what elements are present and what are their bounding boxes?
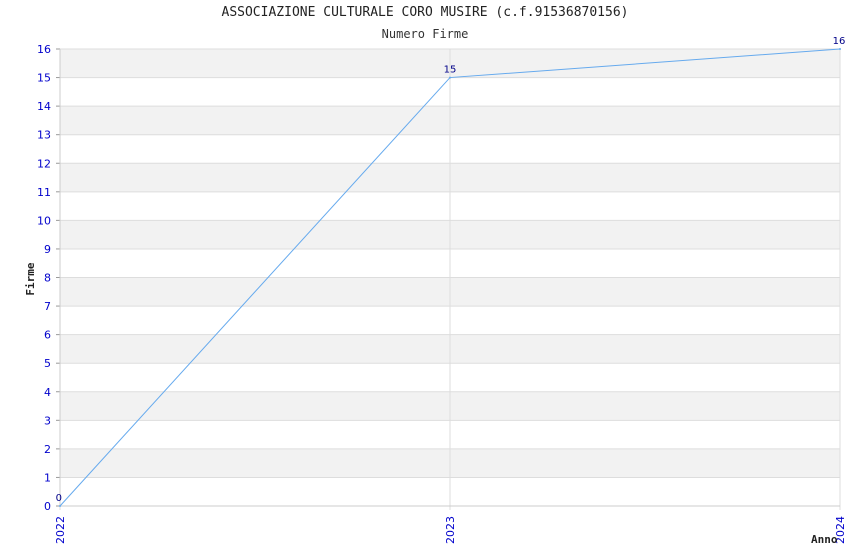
x-tick-label: 2023: [444, 516, 457, 544]
y-tick-label: 12: [37, 157, 51, 170]
y-tick-label: 6: [44, 329, 51, 342]
data-point: [839, 48, 841, 50]
y-tick-label: 1: [44, 471, 51, 484]
y-tick-label: 3: [44, 414, 51, 427]
y-axis-label: Firme: [24, 262, 37, 295]
x-axis-label: Anno: [811, 533, 838, 546]
data-label: 0: [56, 493, 62, 504]
y-tick-label: 15: [37, 72, 51, 85]
x-tick-label: 2022: [54, 516, 67, 544]
y-tick-label: 5: [44, 357, 51, 370]
y-tick-label: 11: [37, 186, 51, 199]
y-tick-label: 4: [44, 386, 51, 399]
y-tick-label: 13: [37, 129, 51, 142]
y-tick-label: 8: [44, 272, 51, 285]
y-tick-label: 14: [37, 100, 51, 113]
y-tick-label: 2: [44, 443, 51, 456]
data-label: 16: [833, 36, 846, 47]
y-tick-label: 7: [44, 300, 51, 313]
y-tick-label: 0: [44, 500, 51, 513]
y-tick-labels: 012345678910111213141516: [37, 43, 51, 513]
data-label: 15: [444, 65, 457, 76]
data-point: [59, 505, 61, 507]
line-chart: 012345678910111213141516 2022 2023 2024 01…: [24, 36, 847, 546]
y-tick-label: 10: [37, 214, 51, 227]
x-tick-labels: 2022 2023 2024: [54, 516, 847, 544]
data-point: [449, 76, 451, 79]
y-tick-label: 16: [37, 43, 51, 56]
y-tick-label: 9: [44, 243, 51, 256]
